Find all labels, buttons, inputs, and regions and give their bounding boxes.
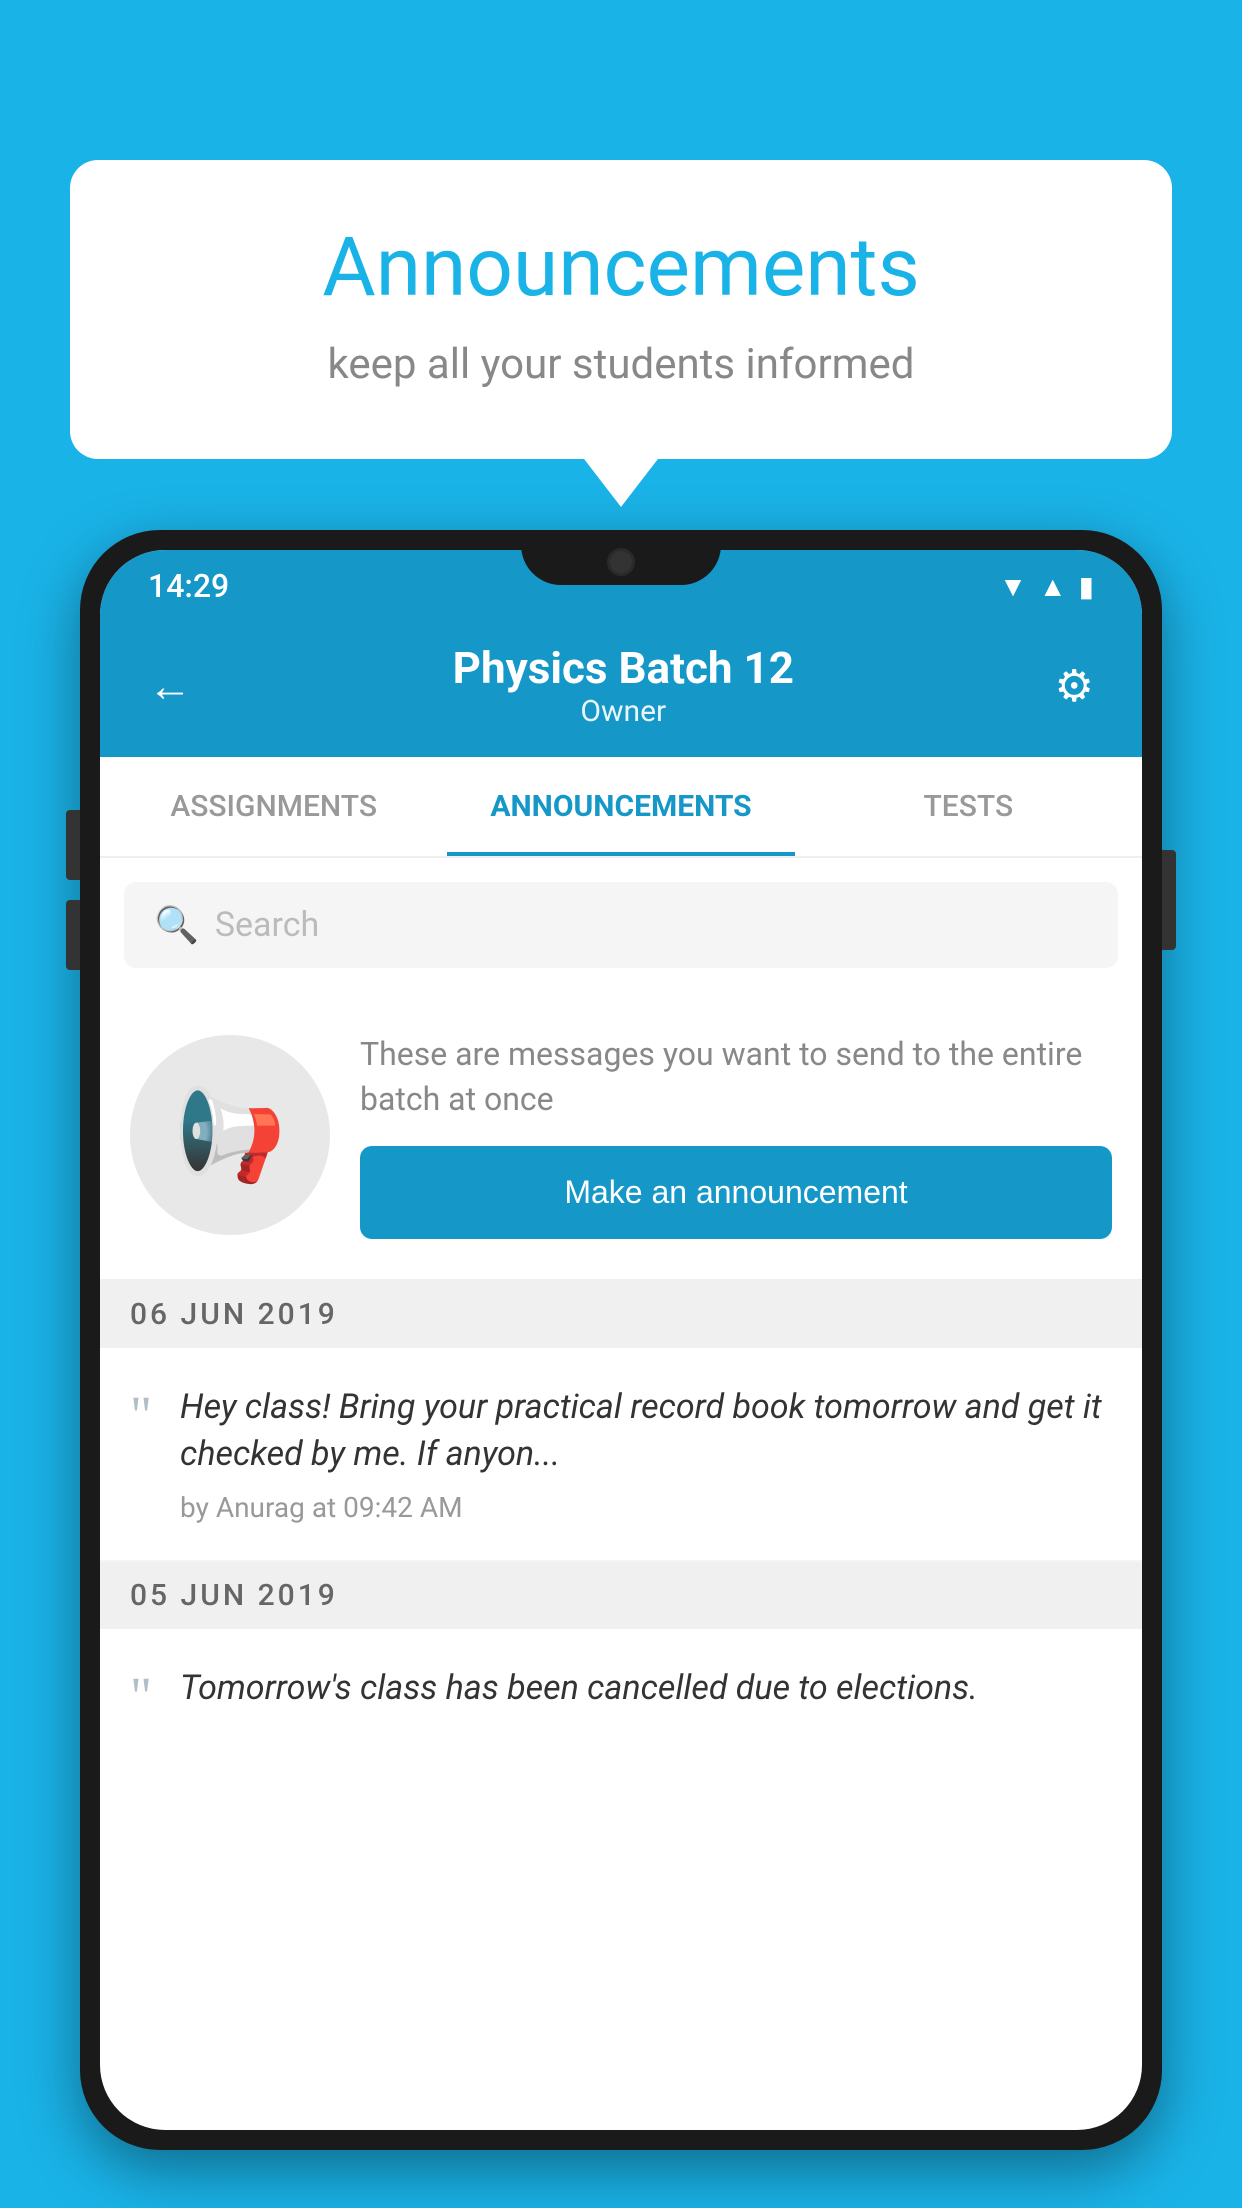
megaphone-icon: 📢	[174, 1083, 286, 1188]
speech-bubble-section: Announcements keep all your students inf…	[70, 160, 1172, 459]
tabs-container: ASSIGNMENTS ANNOUNCEMENTS TESTS	[100, 757, 1142, 858]
speech-bubble-card: Announcements keep all your students inf…	[70, 160, 1172, 459]
date-separator-2: 05 JUN 2019	[100, 1562, 1142, 1629]
volume-down-button	[66, 900, 80, 970]
phone-frame: 14:29 ▼ ▲ ▮ ← Physics Batch 12 Owner ⚙	[80, 530, 1162, 2150]
back-button[interactable]: ←	[148, 660, 192, 712]
signal-icon: ▲	[1039, 570, 1067, 603]
search-bar[interactable]: 🔍 Search	[124, 882, 1118, 968]
status-icons: ▼ ▲ ▮	[999, 570, 1094, 603]
tab-tests[interactable]: TESTS	[795, 757, 1142, 856]
announcement-content-2: Tomorrow's class has been cancelled due …	[180, 1665, 1112, 1725]
announcement-item-2[interactable]: " Tomorrow's class has been cancelled du…	[100, 1629, 1142, 1745]
header-subtitle: Owner	[453, 694, 794, 729]
phone-screen: 14:29 ▼ ▲ ▮ ← Physics Batch 12 Owner ⚙	[100, 550, 1142, 2130]
content-area: 🔍 Search 📢 These are messages you want t…	[100, 858, 1142, 1744]
speech-bubble-title: Announcements	[150, 220, 1092, 316]
announcement-text-2: Tomorrow's class has been cancelled due …	[180, 1665, 1112, 1713]
search-placeholder: Search	[215, 905, 319, 945]
settings-button[interactable]: ⚙	[1055, 660, 1094, 712]
phone-mockup: 14:29 ▼ ▲ ▮ ← Physics Batch 12 Owner ⚙	[80, 530, 1162, 2208]
announcement-content-1: Hey class! Bring your practical record b…	[180, 1384, 1112, 1524]
header-title: Physics Batch 12	[453, 642, 794, 694]
quote-icon-1: "	[130, 1388, 152, 1524]
phone-notch	[521, 530, 721, 585]
promo-right: These are messages you want to send to t…	[360, 1032, 1112, 1239]
promo-description: These are messages you want to send to t…	[360, 1032, 1112, 1122]
date-separator-1: 06 JUN 2019	[100, 1281, 1142, 1348]
battery-icon: ▮	[1079, 570, 1094, 603]
wifi-icon: ▼	[999, 570, 1027, 603]
make-announcement-button[interactable]: Make an announcement	[360, 1146, 1112, 1239]
quote-icon-2: "	[130, 1669, 152, 1725]
announcement-text-1: Hey class! Bring your practical record b…	[180, 1384, 1112, 1479]
promo-area: 📢 These are messages you want to send to…	[100, 992, 1142, 1281]
tab-announcements[interactable]: ANNOUNCEMENTS	[447, 757, 794, 856]
power-button	[1162, 850, 1176, 950]
header-title-group: Physics Batch 12 Owner	[453, 642, 794, 729]
tab-assignments[interactable]: ASSIGNMENTS	[100, 757, 447, 856]
promo-icon-circle: 📢	[130, 1035, 330, 1235]
announcement-item-1[interactable]: " Hey class! Bring your practical record…	[100, 1348, 1142, 1562]
app-header: ← Physics Batch 12 Owner ⚙	[100, 622, 1142, 757]
announcement-meta-1: by Anurag at 09:42 AM	[180, 1491, 1112, 1524]
search-icon: 🔍	[154, 904, 199, 946]
speech-bubble-subtitle: keep all your students informed	[150, 340, 1092, 389]
front-camera	[607, 548, 635, 576]
status-time: 14:29	[148, 567, 229, 605]
volume-up-button	[66, 810, 80, 880]
